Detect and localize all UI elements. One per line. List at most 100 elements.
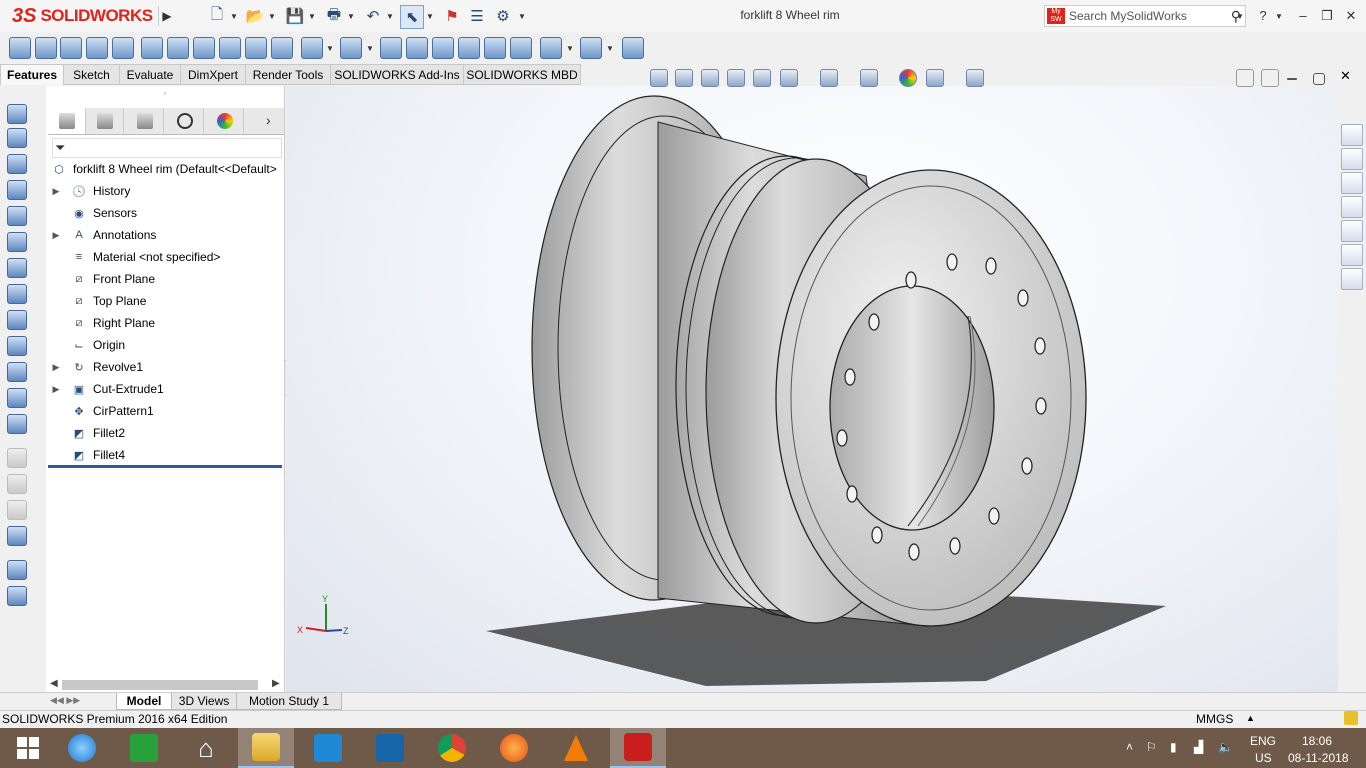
tab-3d-views[interactable]: 3D Views [171, 693, 237, 710]
volume-icon[interactable]: 🔈 [1218, 740, 1233, 754]
instant3d-icon[interactable] [622, 37, 644, 59]
open-dropdown-icon[interactable]: ▼ [268, 12, 276, 21]
reference-geometry-icon[interactable] [540, 37, 562, 59]
start-button[interactable] [0, 728, 56, 768]
view-orientation-icon[interactable] [780, 69, 798, 87]
unit-system[interactable]: MMGS [1196, 712, 1233, 726]
revolved-cut-icon[interactable] [167, 37, 189, 59]
tab-dimxpert[interactable]: DimXpert [180, 64, 246, 85]
loft-shortcut-icon[interactable] [7, 206, 27, 226]
wheel-rim-model[interactable]: Y Z X [286, 86, 1338, 694]
tree-item-sensors[interactable]: ◉ Sensors [48, 202, 284, 224]
zoom-to-fit-icon[interactable] [650, 69, 668, 87]
view-settings-icon[interactable] [966, 69, 984, 87]
rollback-bar[interactable] [48, 465, 282, 468]
revolved-boss-icon[interactable] [35, 37, 57, 59]
tab-evaluate[interactable]: Evaluate [119, 64, 181, 85]
fillet-icon[interactable] [271, 37, 293, 59]
intersect-icon[interactable] [458, 37, 480, 59]
print-dropdown-icon[interactable]: ▼ [347, 12, 355, 21]
options-dropdown-icon[interactable]: ▼ [518, 12, 526, 21]
curves-icon[interactable] [580, 37, 602, 59]
minimize-button[interactable]: – [1292, 6, 1314, 26]
configurationmanager-tab[interactable] [126, 108, 164, 134]
swept-boss-icon[interactable] [60, 37, 82, 59]
move-shortcut-icon[interactable] [7, 284, 27, 304]
tab-features[interactable]: Features [0, 64, 64, 85]
dynamic-annotation-view-icon[interactable] [753, 69, 771, 87]
tree-item-history[interactable]: ▶ 🕓 History [48, 180, 284, 202]
tab-sketch[interactable]: Sketch [63, 64, 120, 85]
draft-icon[interactable] [380, 37, 402, 59]
lofted-cut-icon[interactable] [219, 37, 241, 59]
taskbar-store[interactable] [116, 728, 172, 768]
mirror-icon[interactable] [484, 37, 506, 59]
restore-button[interactable]: ❐ [1316, 6, 1338, 26]
tab-solidworks-mbd[interactable]: SOLIDWORKS MBD [463, 64, 581, 85]
taskbar-home[interactable]: ⌂ [178, 728, 234, 768]
expand-arrow-icon[interactable]: ▶ [48, 362, 64, 373]
tree-horizontal-scrollbar[interactable]: ◀ ▶ [48, 678, 284, 692]
mirror-body-icon[interactable] [510, 37, 532, 59]
propertymanager-tab[interactable] [86, 108, 124, 134]
cut-shortcut-icon[interactable] [7, 180, 27, 200]
taskbar-internet-explorer[interactable] [54, 728, 110, 768]
wrap-shortcut-icon[interactable] [7, 232, 27, 252]
more-tabs-chevron-icon[interactable]: › [266, 112, 271, 128]
extruded-boss-icon[interactable] [9, 37, 31, 59]
tree-item-cirpattern1[interactable]: ✥ CirPattern1 [48, 400, 284, 422]
expand-arrow-icon[interactable]: ▶ [48, 384, 64, 395]
graphics-area[interactable]: Y Z X [286, 86, 1338, 694]
rib-dropdown-icon[interactable]: ▼ [366, 44, 374, 53]
tree-item-cut-extrude1[interactable]: ▶ ▣ Cut-Extrude1 [48, 378, 284, 400]
taskbar-mail[interactable] [300, 728, 356, 768]
curves-dropdown-icon[interactable]: ▼ [606, 44, 614, 53]
scroll-left-icon[interactable]: ◀ [50, 678, 58, 689]
extruded-boss-shortcut-icon[interactable] [7, 104, 27, 124]
tab-render-tools[interactable]: Render Tools [245, 64, 331, 85]
view-palette-icon[interactable] [1341, 196, 1363, 218]
tab-motion-study-1[interactable]: Motion Study 1 [236, 693, 342, 710]
expand-arrow-icon[interactable]: ▶ [48, 186, 64, 197]
tree-item-revolve1[interactable]: ▶ ↻ Revolve1 [48, 356, 284, 378]
appearances-scenes-icon[interactable] [1341, 220, 1363, 242]
tree-item-material[interactable]: ≡ Material <not specified> [48, 246, 284, 268]
close-button[interactable]: ✕ [1340, 6, 1362, 26]
show-hidden-icons-icon[interactable]: ˄ [1126, 740, 1133, 754]
viewport-restore-icon[interactable] [1313, 73, 1325, 85]
tree-item-annotations[interactable]: ▶ A Annotations [48, 224, 284, 246]
network-icon[interactable]: ▟ [1194, 740, 1203, 754]
input-region[interactable]: US [1255, 751, 1272, 765]
save-icon[interactable]: 💾 [284, 5, 306, 27]
tree-root-part[interactable]: ⬡ forklift 8 Wheel rim (Default<<Default… [48, 158, 284, 180]
tree-item-fillet2[interactable]: ◩ Fillet2 [48, 422, 284, 444]
input-language[interactable]: ENG [1250, 734, 1276, 748]
select-dropdown-icon[interactable]: ▼ [426, 12, 434, 21]
insert-part-shortcut-icon[interactable] [7, 310, 27, 330]
apply-scene-icon[interactable] [926, 69, 944, 87]
print-icon[interactable]: 🖶 [323, 5, 345, 27]
shell-icon[interactable] [406, 37, 428, 59]
search-dropdown-icon[interactable]: ▼ [1236, 12, 1244, 21]
boundary-cut-icon[interactable] [245, 37, 267, 59]
tree-item-right-plane[interactable]: ⧄ Right Plane [48, 312, 284, 334]
split-shortcut-icon[interactable] [7, 388, 27, 408]
taskbar-firefox[interactable] [486, 728, 542, 768]
display-style-icon[interactable] [820, 69, 838, 87]
help-button[interactable]: ? [1252, 6, 1274, 26]
displaymanager-tab[interactable] [206, 108, 244, 134]
rebuild-status-icon[interactable] [1344, 711, 1358, 725]
plane-shortcut-icon[interactable] [7, 258, 27, 278]
linear-pattern-dropdown-icon[interactable]: ▼ [326, 44, 334, 53]
hole-wizard-icon[interactable] [141, 37, 163, 59]
file-explorer-icon[interactable] [1341, 172, 1363, 194]
delete-body-shortcut-icon[interactable] [7, 362, 27, 382]
revolve-shortcut-icon[interactable] [7, 128, 27, 148]
combine-shortcut-icon[interactable] [7, 336, 27, 356]
undo-dropdown-icon[interactable]: ▼ [386, 12, 394, 21]
help-dropdown-icon[interactable]: ▼ [1275, 12, 1283, 21]
design-library-icon[interactable] [1341, 148, 1363, 170]
taskbar-lenovo[interactable] [362, 728, 418, 768]
swept-cut-icon[interactable] [193, 37, 215, 59]
edit-appearance-icon[interactable] [899, 69, 917, 87]
